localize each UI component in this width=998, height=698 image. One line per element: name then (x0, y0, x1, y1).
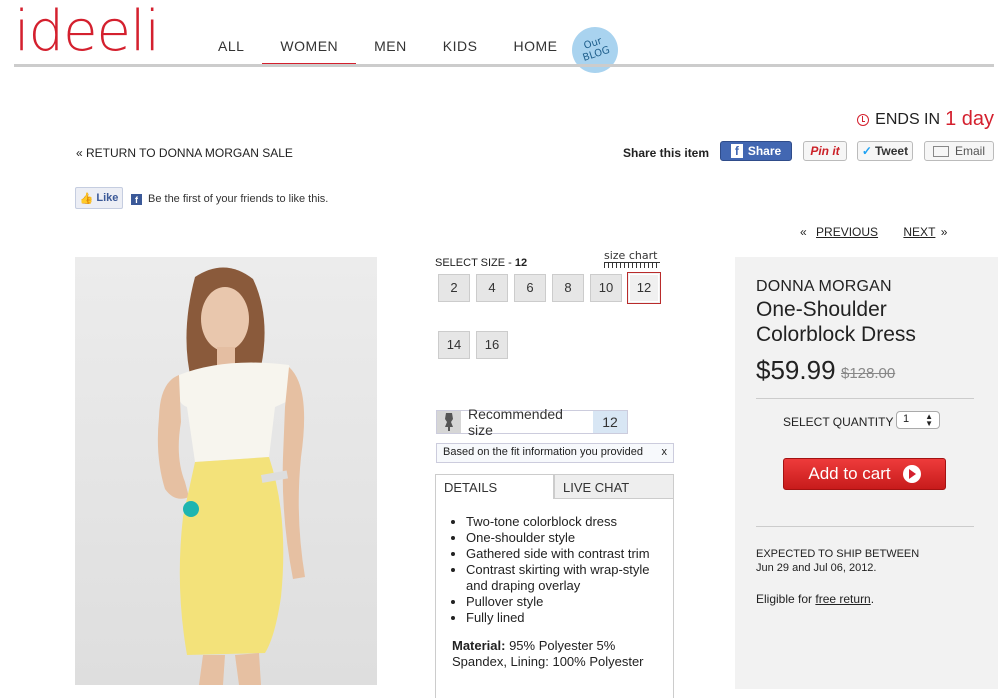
details-list: Two-tone colorblock dress One-shoulder s… (436, 514, 673, 626)
product-price: $59.99 (756, 355, 836, 385)
return-eligibility: Eligible for free return. (756, 592, 874, 606)
material-label: Material: (452, 638, 506, 653)
facebook-share-label: Share (747, 144, 782, 158)
sale-countdown: ENDS IN 1 day (857, 108, 994, 131)
product-pager: « PREVIOUS NEXT » (800, 225, 947, 239)
pinterest-label: Pin it (810, 144, 840, 158)
envelope-icon (932, 145, 949, 157)
nav-women[interactable]: WOMEN (262, 38, 356, 67)
ruler-icon (604, 262, 660, 268)
panel-divider (756, 398, 974, 399)
details-item: Fully lined (466, 610, 673, 626)
email-button[interactable]: Email (924, 141, 994, 161)
previous-link[interactable]: PREVIOUS (816, 225, 878, 239)
product-photo[interactable] (75, 257, 377, 685)
dress-form-icon (437, 411, 461, 433)
facebook-share-button[interactable]: f Share (720, 141, 792, 161)
size-option-4[interactable]: 4 (476, 274, 508, 302)
like-label: Like (96, 192, 119, 204)
nav-men[interactable]: MEN (356, 38, 425, 66)
details-item: Gathered side with contrast trim (466, 546, 673, 562)
recommended-size-label: Recommended size (468, 406, 563, 438)
size-option-2[interactable]: 2 (438, 274, 470, 302)
ship-heading: EXPECTED TO SHIP BETWEEN (756, 548, 920, 560)
next-arrow: » (940, 225, 948, 239)
prev-arrow: « (800, 225, 807, 239)
tab-details[interactable]: DETAILS (435, 474, 554, 499)
product-tabs: DETAILS LIVE CHAT (435, 474, 674, 499)
add-to-cart-label: Add to cart (808, 464, 891, 483)
facebook-small-icon: f (131, 193, 142, 205)
free-return-link[interactable]: free return (815, 592, 870, 606)
like-social-text: f Be the first of your friends to like t… (131, 193, 328, 205)
material-info: Material: 95% Polyester 5% Spandex, Lini… (436, 626, 673, 670)
quantity-label: SELECT QUANTITY (783, 415, 894, 429)
quantity-value: 1 (903, 413, 910, 425)
fit-note: Based on the fit information you provide… (436, 443, 674, 463)
details-panel: Two-tone colorblock dress One-shoulder s… (435, 498, 674, 698)
logo[interactable]: ideeli (14, 2, 160, 62)
panel-divider (756, 526, 974, 527)
return-to-sale-link[interactable]: « RETURN TO DONNA MORGAN SALE (76, 146, 293, 160)
pinterest-button[interactable]: Pin it (803, 141, 847, 161)
size-option-6[interactable]: 6 (514, 274, 546, 302)
clock-icon (857, 113, 870, 126)
quantity-select[interactable]: 1 ▲ ▼ (896, 411, 940, 429)
size-option-14[interactable]: 14 (438, 331, 470, 359)
nav-home[interactable]: HOME (495, 38, 575, 66)
ends-label: ENDS IN (875, 110, 941, 128)
fit-note-text: Based on the fit information you provide… (443, 446, 643, 458)
ship-dates: Jun 29 and Jul 06, 2012. (756, 562, 877, 574)
return-suffix: . (870, 592, 875, 606)
nav-divider (14, 64, 994, 67)
tweet-label: Tweet (874, 144, 909, 158)
select-size-label: SELECT SIZE - 12 (435, 257, 527, 269)
size-option-12[interactable]: 12 (627, 272, 661, 304)
recommended-size: Recommended size 12 (436, 406, 628, 438)
ends-value: 1 day (945, 108, 994, 130)
details-item: Pullover style (466, 594, 673, 610)
twitter-bird-icon: ✓ (861, 144, 872, 158)
tab-live-chat[interactable]: LIVE CHAT (554, 474, 674, 499)
thumbs-up-icon: 👍 (79, 192, 94, 205)
add-to-cart-button[interactable]: Add to cart (783, 458, 946, 490)
size-option-8[interactable]: 8 (552, 274, 584, 302)
details-item: Contrast skirting with wrap-style and dr… (466, 562, 673, 594)
nav-all[interactable]: ALL (200, 38, 262, 66)
recommended-size-value: 12 (593, 411, 627, 433)
details-item: One-shoulder style (466, 530, 673, 546)
facebook-icon: f (730, 144, 743, 158)
original-price: $128.00 (841, 365, 896, 382)
fit-note-close[interactable]: x (662, 446, 668, 460)
model-illustration (157, 267, 305, 685)
blog-badge[interactable]: Our BLOG (566, 21, 624, 79)
return-prefix: Eligible for (756, 592, 816, 606)
select-arrows-icon: ▲ ▼ (925, 412, 933, 428)
facebook-like-button[interactable]: 👍 Like (75, 187, 123, 209)
arrow-right-icon (902, 465, 921, 483)
size-option-10[interactable]: 10 (590, 274, 622, 302)
share-label: Share this item (623, 146, 710, 160)
select-size-text: SELECT SIZE - (435, 257, 515, 269)
next-link[interactable]: NEXT (903, 225, 935, 239)
selected-size-value: 12 (514, 257, 528, 269)
main-nav: ALL WOMEN MEN KIDS HOME (200, 38, 575, 67)
email-label: Email (954, 144, 985, 158)
product-brand: DONNA MORGAN (756, 278, 892, 295)
tweet-button[interactable]: ✓ Tweet (857, 141, 913, 161)
size-option-16[interactable]: 16 (476, 331, 508, 359)
nav-kids[interactable]: KIDS (425, 38, 496, 66)
product-name: One-Shoulder Colorblock Dress (756, 298, 916, 346)
like-social-copy: Be the first of your friends to like thi… (148, 193, 329, 205)
details-item: Two-tone colorblock dress (466, 514, 673, 530)
size-chart-link[interactable]: size chart (604, 249, 657, 262)
